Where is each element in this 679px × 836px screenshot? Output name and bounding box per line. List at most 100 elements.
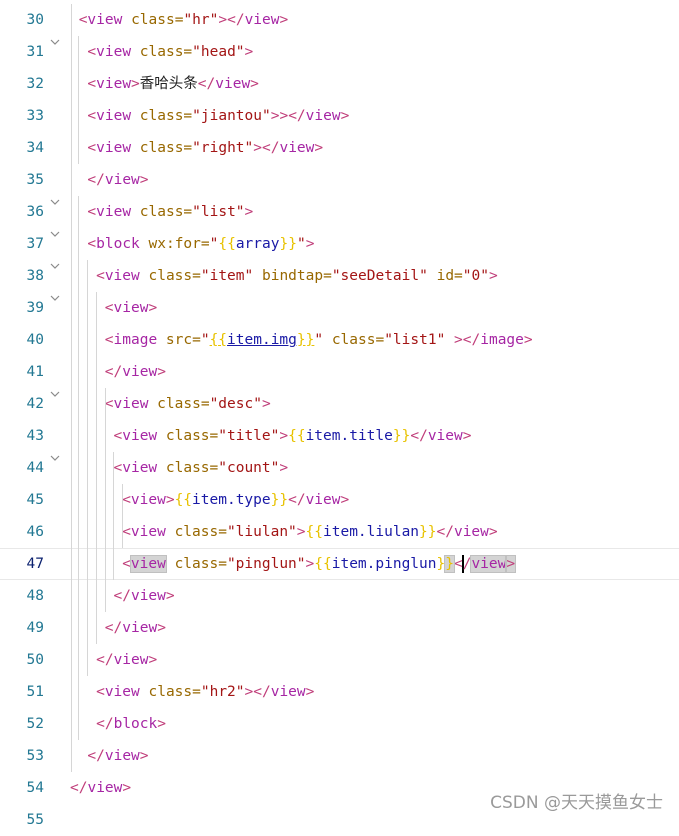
code-token: }} bbox=[270, 492, 289, 508]
code-token: > bbox=[488, 268, 498, 284]
code-line[interactable]: 39 <view> bbox=[0, 292, 679, 324]
code-line[interactable]: 38 <view class="item" bindtap="seeDetail"… bbox=[0, 260, 679, 292]
indent-guide bbox=[104, 388, 106, 612]
code-text: <view>香哈头条</view> bbox=[87, 68, 259, 100]
fold-chevron-icon[interactable] bbox=[49, 444, 61, 476]
code-token: > bbox=[340, 492, 350, 508]
code-token: > bbox=[462, 428, 472, 444]
code-token: }} bbox=[419, 524, 437, 540]
code-token: </ bbox=[104, 620, 123, 636]
code-token: "right" bbox=[192, 140, 254, 156]
code-line[interactable]: 30 <view class="hr"></view> bbox=[0, 4, 679, 36]
code-token: "head" bbox=[192, 44, 245, 60]
code-token: }} bbox=[296, 332, 315, 348]
code-token: > bbox=[305, 556, 315, 572]
code-line[interactable]: 49 </view> bbox=[0, 612, 679, 644]
code-token: class= bbox=[131, 108, 193, 124]
code-token: > bbox=[279, 460, 289, 476]
line-number: 46 bbox=[26, 524, 44, 540]
code-text: <view class="hr"></view> bbox=[79, 4, 289, 36]
code-token: class= bbox=[131, 140, 193, 156]
code-token: ></ bbox=[445, 332, 481, 348]
line-number: 51 bbox=[26, 684, 44, 700]
fold-chevron-icon[interactable] bbox=[49, 28, 61, 60]
code-token: item.type bbox=[192, 492, 271, 508]
code-line[interactable]: 51 <view class="hr2"></view> bbox=[0, 676, 679, 708]
code-line[interactable]: 35 </view> bbox=[0, 164, 679, 196]
fold-chevron-icon[interactable] bbox=[49, 284, 61, 316]
line-number: 37 bbox=[26, 236, 44, 252]
code-line[interactable]: 53 </view> bbox=[0, 740, 679, 772]
code-token: item.liulan bbox=[323, 524, 420, 540]
code-token: " bbox=[296, 236, 306, 252]
code-token: view bbox=[305, 492, 341, 508]
code-token: wx:for= bbox=[139, 236, 210, 252]
code-line[interactable]: 43 <view class="title">{{item.title}}</vi… bbox=[0, 420, 679, 452]
code-token: > bbox=[314, 140, 324, 156]
code-token: src= bbox=[157, 332, 201, 348]
code-line[interactable]: 44 <view class="count"> bbox=[0, 452, 679, 484]
line-number: 35 bbox=[26, 172, 44, 188]
code-line[interactable]: 33 <view class="jiantou">></view> bbox=[0, 100, 679, 132]
code-text: </view> bbox=[114, 580, 175, 612]
code-token: > bbox=[157, 716, 166, 732]
code-line[interactable]: 48 </view> bbox=[0, 580, 679, 612]
code-token: ></ bbox=[244, 684, 271, 700]
code-line[interactable]: 52 </block> bbox=[0, 708, 679, 740]
code-line[interactable]: 31 <view class="head"> bbox=[0, 36, 679, 68]
code-editor[interactable]: 30 <view class="hr"></view> 31 <view class=… bbox=[0, 0, 679, 828]
code-line[interactable]: 46 <view class="liulan">{{item.liulan}}</… bbox=[0, 516, 679, 548]
code-token: "list1" bbox=[384, 332, 446, 348]
code-line[interactable]: 40 <image src="{{item.img}}" class="list1… bbox=[0, 324, 679, 356]
code-token: class= bbox=[139, 268, 201, 284]
code-token: > bbox=[261, 396, 271, 412]
code-token: < bbox=[96, 268, 105, 284]
code-token: " bbox=[314, 332, 324, 348]
code-token: > bbox=[139, 748, 149, 764]
fold-chevron-icon[interactable] bbox=[49, 252, 61, 284]
code-token: view bbox=[305, 108, 341, 124]
code-token: block bbox=[113, 716, 158, 732]
code-token: } bbox=[436, 556, 446, 572]
code-line[interactable]: 45 <view>{{item.type}}</view> bbox=[0, 484, 679, 516]
code-token: item.title bbox=[305, 428, 393, 444]
code-token: class= bbox=[131, 44, 193, 60]
code-text: <view class="list"> bbox=[87, 196, 253, 228]
code-token: </ bbox=[113, 588, 131, 604]
code-line[interactable]: 36 <view class="list"> bbox=[0, 196, 679, 228]
code-line[interactable]: 47 <view class="pinglun">{{item.pinglun}}… bbox=[0, 548, 679, 580]
code-token: < bbox=[87, 204, 97, 220]
fold-chevron-icon[interactable] bbox=[49, 380, 61, 412]
code-token: < bbox=[87, 140, 97, 156]
indent-guide bbox=[121, 484, 123, 548]
line-number: 49 bbox=[26, 620, 44, 636]
code-token: view bbox=[104, 172, 140, 188]
indent-guide bbox=[71, 4, 72, 772]
code-token: > bbox=[131, 76, 140, 92]
code-token: > bbox=[305, 236, 315, 252]
code-token: {{ bbox=[218, 236, 236, 252]
code-line[interactable]: 37 <block wx:for="{{array}}"> bbox=[0, 228, 679, 260]
code-token: class= bbox=[122, 12, 184, 28]
code-token: }} bbox=[392, 428, 411, 444]
fold-chevron-icon[interactable] bbox=[49, 220, 61, 252]
code-token: view bbox=[270, 684, 306, 700]
code-token: > bbox=[296, 524, 306, 540]
code-token: view bbox=[130, 492, 166, 508]
code-token: > bbox=[165, 588, 175, 604]
code-token: > bbox=[523, 332, 533, 348]
code-line[interactable]: 41 </view> bbox=[0, 356, 679, 388]
code-token: view bbox=[215, 76, 251, 92]
fold-chevron-icon[interactable] bbox=[49, 188, 61, 220]
code-token: </ bbox=[410, 428, 428, 444]
code-token: < bbox=[122, 492, 131, 508]
code-token: </ bbox=[104, 364, 123, 380]
code-text: </view> bbox=[105, 612, 166, 644]
code-token: </ bbox=[87, 716, 114, 732]
code-line[interactable]: 32 <view>香哈头条</view> bbox=[0, 68, 679, 100]
code-line[interactable]: 34 <view class="right"></view> bbox=[0, 132, 679, 164]
line-number: 54 bbox=[26, 780, 44, 796]
code-line[interactable]: 50 </view> bbox=[0, 644, 679, 676]
code-text: <view class="title">{{item.title}}</view… bbox=[114, 420, 472, 452]
code-line[interactable]: 42 <view class="desc"> bbox=[0, 388, 679, 420]
